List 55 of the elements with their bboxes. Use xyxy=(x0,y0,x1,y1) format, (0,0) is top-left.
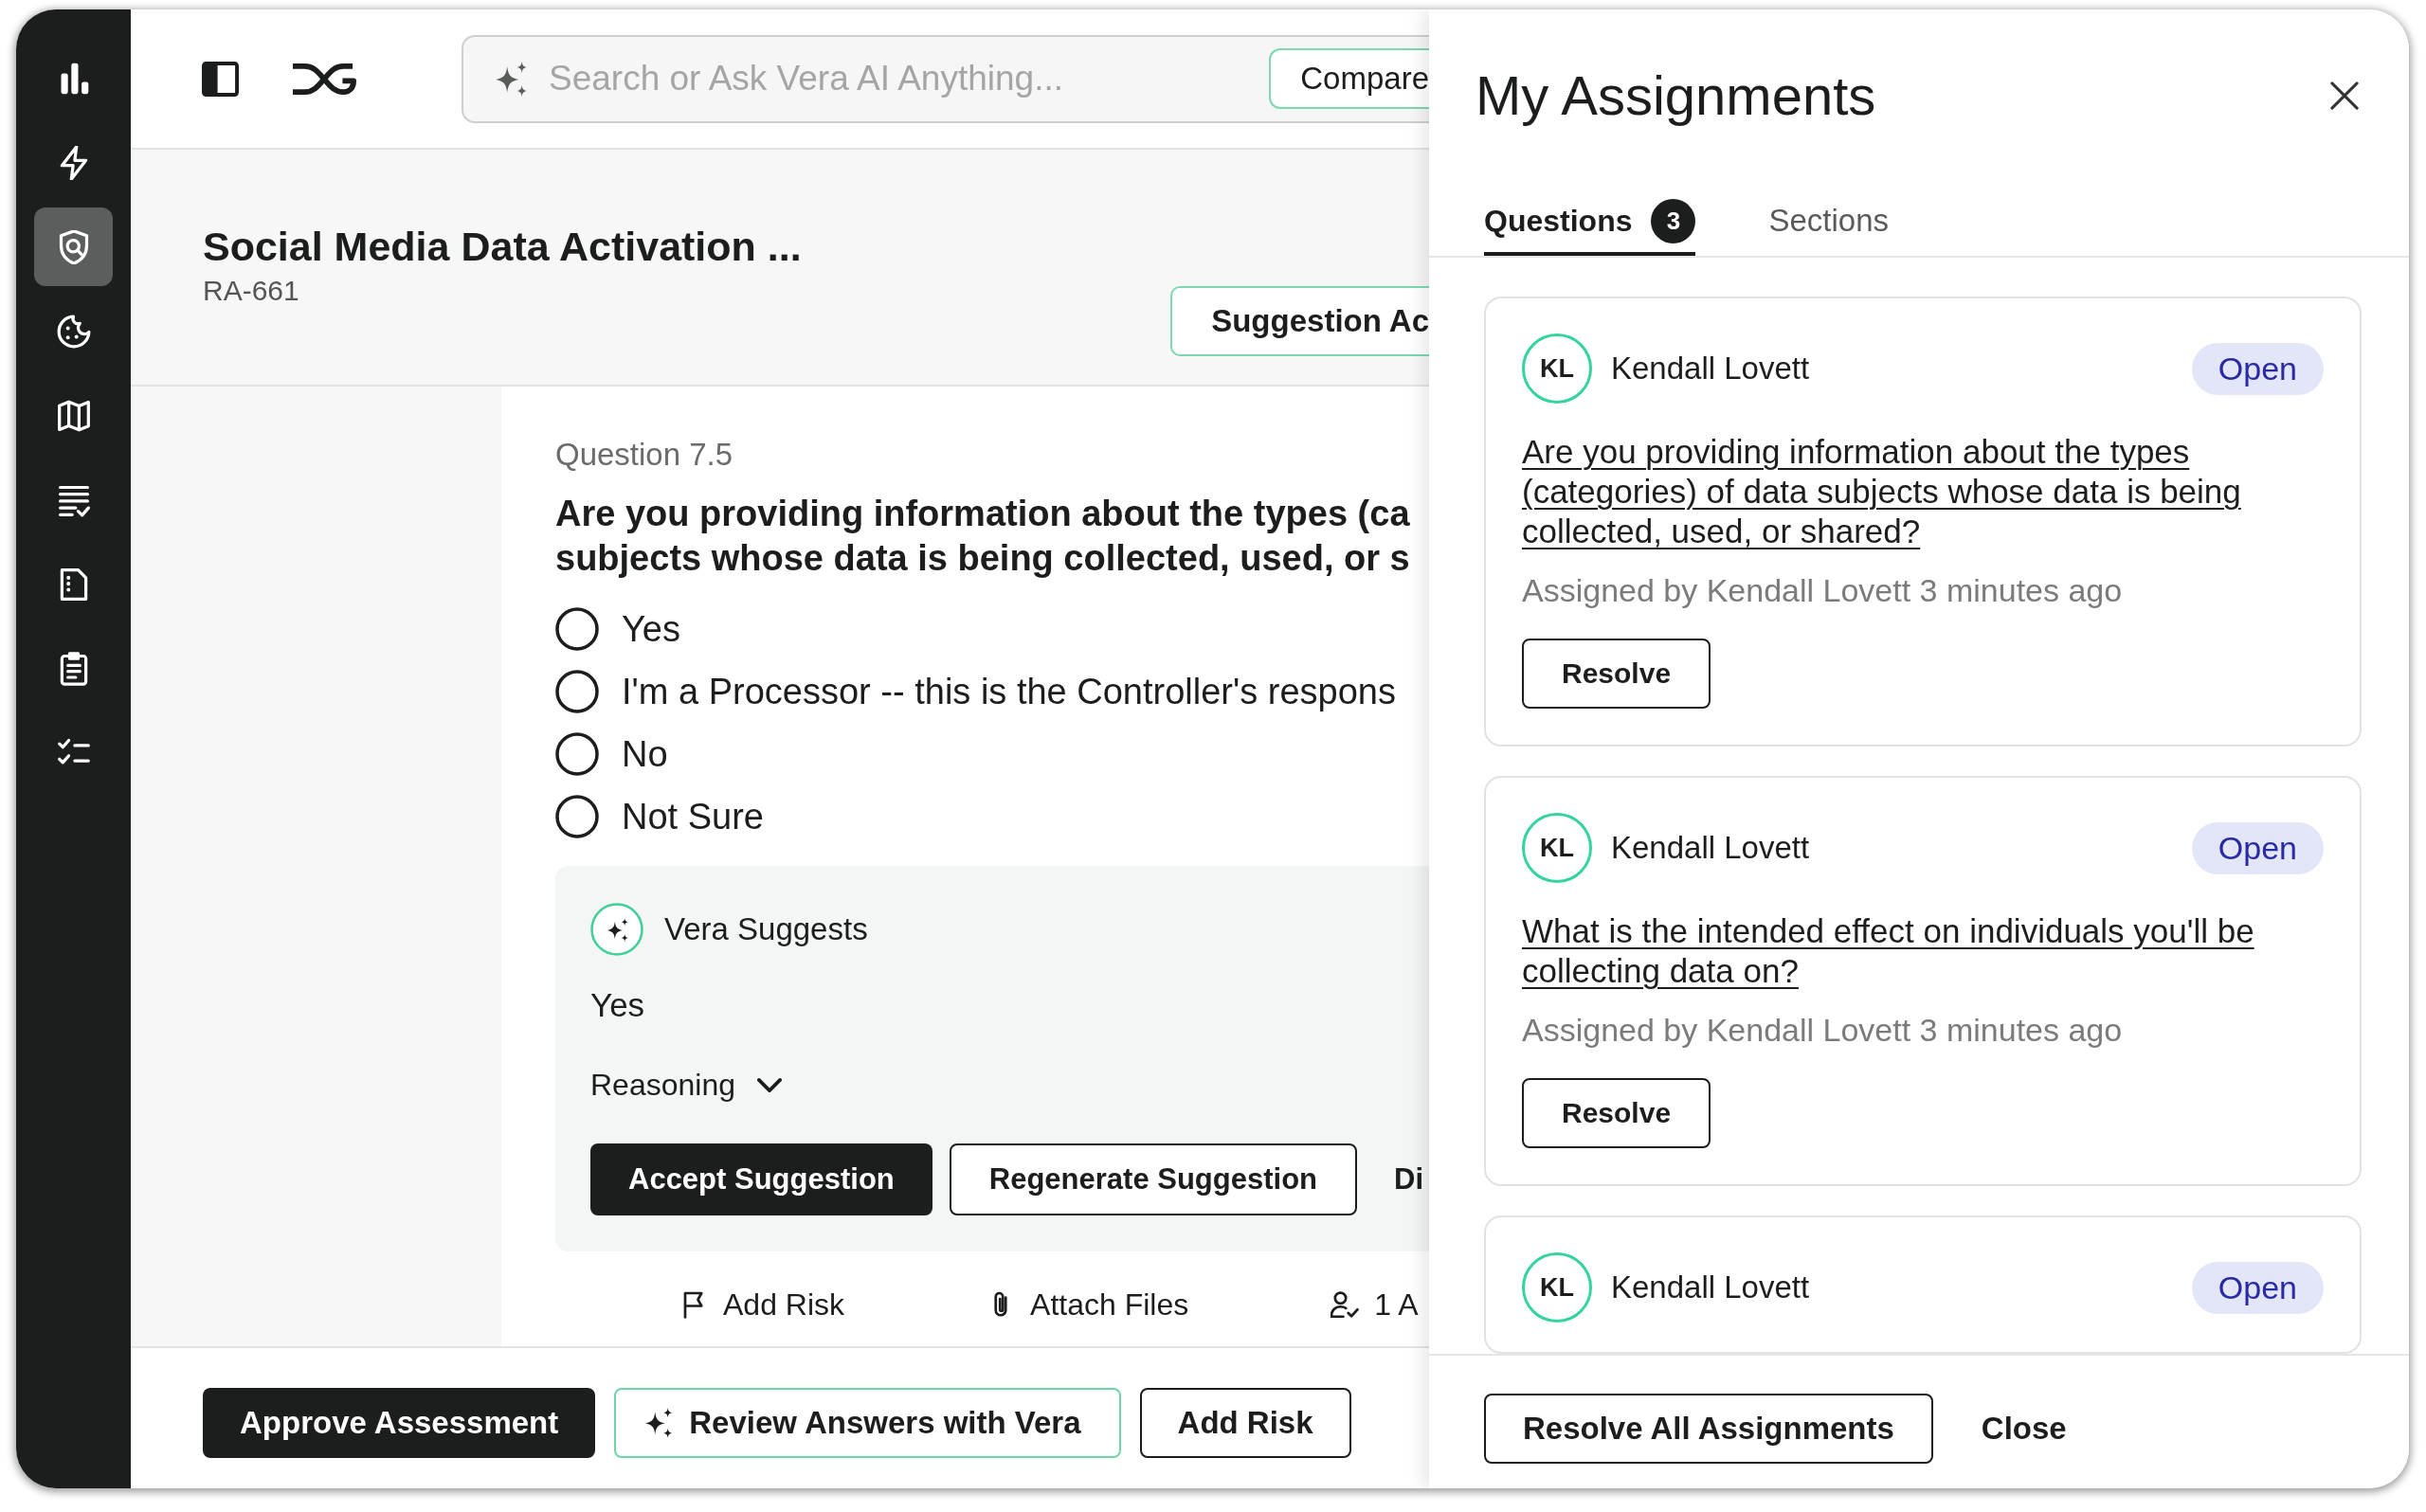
action-link[interactable]: Add Risk xyxy=(679,1287,845,1323)
tab[interactable]: Sections xyxy=(1768,186,1890,256)
assessment-id: RA-661 xyxy=(203,274,300,308)
question-text: Are you providing information about the types (ca subjects whose data is being collected, used, or s xyxy=(555,493,1410,580)
radio-icon[interactable] xyxy=(555,670,599,713)
question-link[interactable]: What is the intended effect on individuals you'll be collecting data on? xyxy=(1522,911,2324,991)
accept-button[interactable]: Accept Suggestion xyxy=(590,1143,932,1215)
question-number: Question 7.5 xyxy=(555,438,733,472)
question-link[interactable]: Are you providing information about the types (categories) of data subjects whose data is being collected, used, or shared? xyxy=(1522,432,2324,551)
resolve-button[interactable]: Resolve xyxy=(1522,639,1711,709)
assignee-name: Kendall Lovett xyxy=(1611,1269,1810,1305)
suggestion-button[interactable]: Suggestion Ac xyxy=(1170,286,1429,356)
close-button[interactable]: Close xyxy=(1981,1411,2067,1447)
resolve-all-button[interactable]: Resolve All Assignments xyxy=(1484,1394,1933,1464)
ai-review-button[interactable]: Review Answers with Vera xyxy=(614,1388,1121,1458)
suggestion-title: Vera Suggests xyxy=(664,911,868,947)
user-check-icon xyxy=(1331,1290,1360,1319)
approve-button[interactable]: Approve Assessment xyxy=(203,1388,596,1458)
radio-option[interactable]: Not Sure xyxy=(555,785,764,848)
assignee-name: Kendall Lovett xyxy=(1611,830,1810,866)
sidebar-toggle-icon[interactable] xyxy=(202,61,239,97)
radio-icon[interactable] xyxy=(555,607,599,651)
assigned-info: Assigned by Kendall Lovett 3 minutes ago xyxy=(1522,571,2123,609)
count-badge: 3 xyxy=(1651,198,1696,243)
action-link[interactable]: Attach Files xyxy=(987,1287,1189,1323)
status-badge: Open xyxy=(2191,821,2324,874)
cookie-icon xyxy=(56,314,91,349)
status-badge: Open xyxy=(2191,342,2324,395)
sidebar-item[interactable] xyxy=(34,207,113,286)
radio-option[interactable]: No xyxy=(555,723,668,785)
sparkle-badge-icon xyxy=(590,903,643,956)
suggested-answer: Yes xyxy=(590,985,645,1025)
radio-option[interactable]: I'm a Processor -- this is the Controller's respons xyxy=(555,660,1396,723)
text-button[interactable]: Di xyxy=(1394,1143,1423,1215)
tab[interactable]: Questions 3 xyxy=(1484,186,1696,256)
assessment-title: Social Media Data Activation ... xyxy=(203,225,802,268)
close-icon[interactable] xyxy=(2330,81,2359,110)
search-field[interactable]: Search or Ask Vera AI Anything... Compare xyxy=(462,34,1429,123)
reasoning-toggle[interactable]: Reasoning xyxy=(590,1066,782,1104)
avatar: KL xyxy=(1522,333,1592,404)
panel-title: My Assignments xyxy=(1476,63,1876,128)
radio-icon[interactable] xyxy=(555,795,599,838)
action-link[interactable]: 1 A xyxy=(1331,1287,1419,1323)
map-icon xyxy=(56,398,91,433)
avatar: KL xyxy=(1522,1252,1592,1323)
status-badge: Open xyxy=(2191,1261,2324,1314)
assigned-info: Assigned by Kendall Lovett 3 minutes ago xyxy=(1522,1011,2123,1049)
radio-icon[interactable] xyxy=(555,732,599,776)
compare-button[interactable]: Compare xyxy=(1269,48,1429,109)
radio-option[interactable]: Yes xyxy=(555,598,680,660)
avatar: KL xyxy=(1522,813,1592,883)
outline-button[interactable]: Regenerate Suggestion xyxy=(949,1143,1357,1215)
outline-button[interactable]: Add Risk xyxy=(1139,1388,1351,1458)
resolve-button[interactable]: Resolve xyxy=(1522,1078,1711,1148)
assignee-name: Kendall Lovett xyxy=(1611,351,1810,387)
